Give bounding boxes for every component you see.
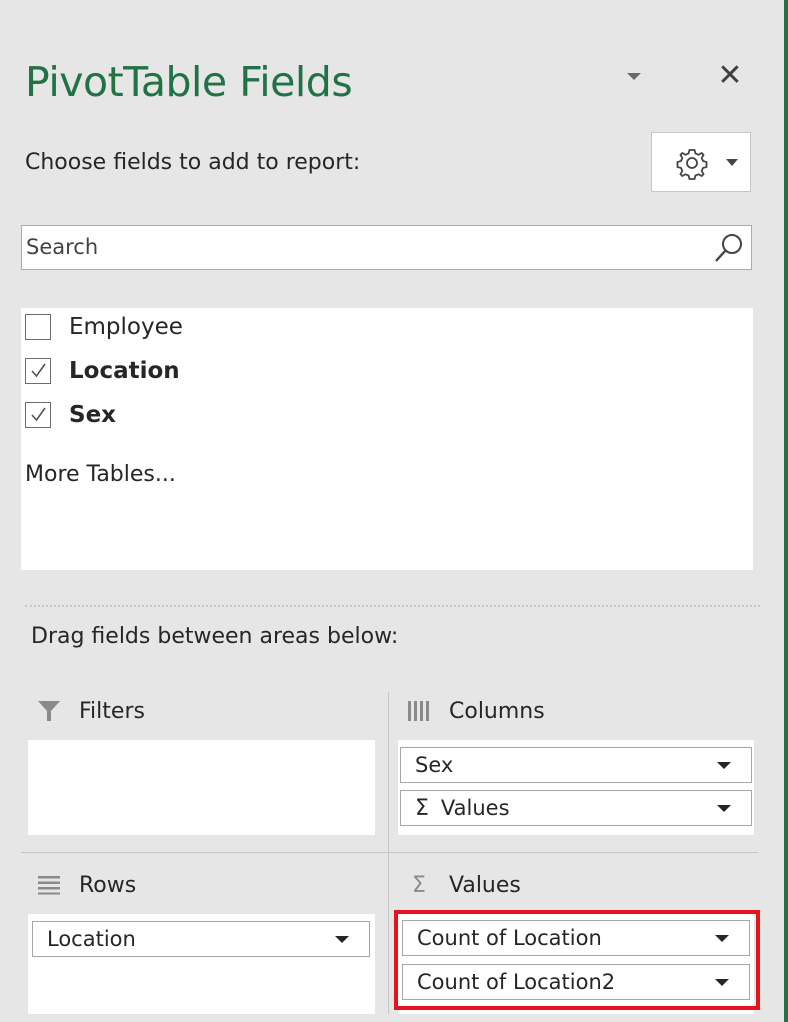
tools-button[interactable] (651, 132, 751, 192)
columns-label: Columns (449, 698, 545, 724)
rows-drop-zone[interactable]: Location (28, 914, 375, 1014)
highlight-box (394, 910, 760, 1010)
filters-drop-zone[interactable] (28, 740, 375, 835)
choose-fields-label: Choose fields to add to report: (25, 150, 361, 175)
search-icon[interactable] (711, 230, 747, 266)
chevron-down-icon[interactable] (717, 805, 731, 812)
values-area-header: Σ Values (406, 872, 521, 898)
checkbox-sex[interactable] (25, 402, 51, 428)
chevron-down-icon (726, 159, 738, 166)
pane-border (784, 0, 788, 1022)
columns-field-values[interactable]: Σ Values (400, 790, 752, 826)
area-splitter-horizontal (21, 852, 758, 853)
gear-icon (676, 149, 708, 180)
sigma-icon: Σ (415, 795, 429, 821)
chevron-down-icon (627, 73, 641, 80)
chevron-down-icon[interactable] (335, 936, 349, 943)
pill-label: Sex (415, 753, 454, 777)
pill-label: Values (440, 796, 510, 820)
pill-label: Location (47, 927, 136, 951)
task-pane-options-button[interactable] (622, 64, 646, 88)
sigma-icon: Σ (412, 872, 426, 898)
section-divider (25, 605, 760, 607)
field-item-location[interactable]: Location (25, 353, 180, 389)
search-field[interactable] (21, 225, 752, 270)
chevron-down-icon[interactable] (717, 762, 731, 769)
field-label: Employee (69, 314, 183, 340)
rows-label: Rows (79, 872, 137, 898)
area-splitter-vertical (388, 692, 389, 1014)
rows-icon (36, 872, 62, 898)
filter-icon (36, 698, 62, 724)
filters-area-header: Filters (36, 698, 145, 724)
field-list: Employee Location Sex More Tables... (21, 308, 753, 570)
pane-title: PivotTable Fields (25, 58, 353, 106)
rows-field-location[interactable]: Location (32, 921, 370, 957)
field-item-sex[interactable]: Sex (25, 397, 116, 433)
rows-area-header: Rows (36, 872, 136, 898)
checkbox-employee[interactable] (25, 314, 51, 340)
checkmark-icon (31, 407, 46, 422)
checkbox-location[interactable] (25, 358, 51, 384)
columns-area-header: Columns (406, 698, 545, 724)
more-tables-link[interactable]: More Tables... (25, 462, 176, 487)
search-input[interactable] (26, 232, 706, 262)
columns-field-sex[interactable]: Sex (400, 747, 752, 783)
values-label: Values (449, 872, 521, 898)
filters-label: Filters (79, 698, 145, 724)
checkmark-icon (31, 363, 46, 378)
columns-drop-zone[interactable]: Sex Σ Values (398, 740, 754, 835)
field-label: Sex (69, 402, 116, 428)
close-button[interactable]: ✕ (714, 60, 746, 92)
field-item-employee[interactable]: Employee (25, 309, 183, 345)
drag-fields-label: Drag fields between areas below: (31, 624, 399, 649)
columns-icon (406, 698, 432, 724)
field-label: Location (69, 358, 180, 384)
